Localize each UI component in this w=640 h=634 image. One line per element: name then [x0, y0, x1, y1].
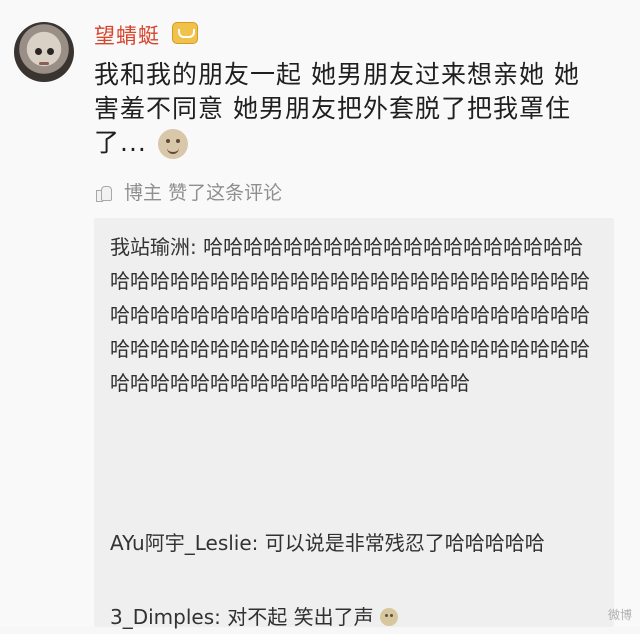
comment-text: 我和我的朋友一起 她男朋友过来想亲她 她害羞不同意 她男朋友把外套脱了把我罩住了… [94, 58, 594, 160]
reply-text: 对不起 笑出了声 [220, 605, 374, 629]
avatar-eye-left-icon [35, 48, 42, 55]
thumb-up-icon [94, 183, 112, 202]
reply-item: AYu阿宇_Leslie: 可以说是非常残忍了哈哈哈哈哈 [110, 526, 600, 560]
avatar-mouth-icon [39, 62, 49, 65]
reply-item: 3_Dimples: 对不起 笑出了声 [110, 600, 600, 634]
username[interactable]: 望蜻蜓 [94, 20, 160, 50]
avatar-eye-right-icon [47, 48, 54, 55]
reply-author[interactable]: 3_Dimples: [110, 605, 221, 629]
author-like-text: 博主 赞了这条评论 [124, 182, 283, 204]
reply-list: 我站瑜洲: 哈哈哈哈哈哈哈哈哈哈哈哈哈哈哈哈哈哈哈哈哈哈哈哈哈哈哈哈哈哈哈哈哈哈… [94, 218, 614, 629]
vip-badge-icon [172, 22, 198, 44]
laugh-emoji-icon [379, 608, 398, 626]
author-like-row: 博主 赞了这条评论 [94, 178, 282, 205]
smile-emoji-icon [157, 129, 188, 159]
avatar[interactable] [14, 22, 74, 82]
watermark: 微博 [607, 608, 632, 622]
post-card: 望蜻蜓 我和我的朋友一起 她男朋友过来想亲她 她害羞不同意 她男朋友把外套脱了把… [0, 0, 640, 629]
reply-text: 可以说是非常残忍了哈哈哈哈哈 [258, 531, 545, 555]
reply-author[interactable]: AYu阿宇_Leslie: [110, 531, 258, 555]
reply-author[interactable]: 我站瑜洲: [110, 235, 197, 259]
reply-item: 我站瑜洲: 哈哈哈哈哈哈哈哈哈哈哈哈哈哈哈哈哈哈哈哈哈哈哈哈哈哈哈哈哈哈哈哈哈哈… [110, 230, 600, 400]
reply-text: 哈哈哈哈哈哈哈哈哈哈哈哈哈哈哈哈哈哈哈哈哈哈哈哈哈哈哈哈哈哈哈哈哈哈哈哈哈哈哈哈… [110, 235, 590, 395]
